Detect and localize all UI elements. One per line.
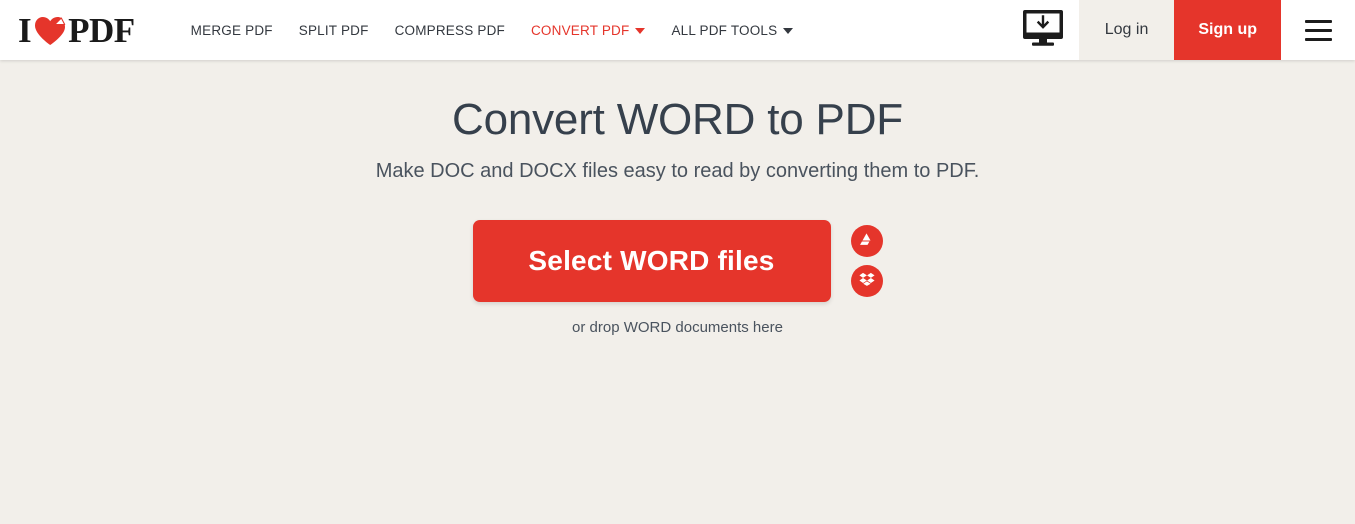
nav-item-split-pdf[interactable]: SPLIT PDF	[286, 0, 382, 60]
page-subtitle: Make DOC and DOCX files easy to read by …	[375, 159, 980, 182]
page-title: Convert WORD to PDF	[452, 95, 903, 144]
hamburger-bar	[1304, 19, 1332, 23]
chevron-down-icon	[635, 28, 646, 34]
select-files-button[interactable]: Select WORD files	[472, 219, 831, 302]
nav-item-compress-pdf[interactable]: COMPRESS PDF	[382, 0, 518, 60]
nav-item-label: ALL PDF TOOLS	[671, 22, 778, 38]
hamburger-bar	[1304, 37, 1332, 41]
nav-item-label: CONVERT PDF	[530, 22, 630, 38]
dropbox-icon	[858, 270, 876, 291]
drop-files-hint: or drop WORD documents here	[572, 318, 783, 336]
signup-button[interactable]: Sign up	[1174, 0, 1281, 60]
file-upload-area: Select WORD files	[0, 219, 1355, 302]
nav-item-convert-pdf[interactable]: CONVERT PDF	[518, 0, 658, 60]
logo-link[interactable]: I PDF	[0, 0, 135, 60]
hamburger-menu-icon[interactable]	[1281, 0, 1355, 60]
google-drive-button[interactable]	[850, 224, 883, 257]
dropbox-button[interactable]	[850, 264, 883, 297]
hamburger-bar	[1304, 28, 1332, 32]
heart-page-fold-icon	[34, 16, 66, 46]
nav-item-label: SPLIT PDF	[298, 22, 369, 38]
login-button[interactable]: Log in	[1078, 0, 1175, 60]
nav-item-merge-pdf[interactable]: MERGE PDF	[178, 0, 286, 60]
nav-item-label: MERGE PDF	[190, 22, 273, 38]
logo-letter-i: I	[18, 10, 32, 50]
google-drive-icon	[857, 230, 876, 252]
main-navigation: MERGE PDF SPLIT PDF COMPRESS PDF CONVERT…	[178, 0, 807, 60]
logo-wordmark: I PDF	[18, 13, 135, 48]
header-actions: Log in Sign up	[1006, 0, 1355, 60]
chevron-down-icon	[783, 28, 794, 34]
main-content: Convert WORD to PDF Make DOC and DOCX fi…	[0, 60, 1355, 524]
desktop-download-button[interactable]	[1006, 0, 1079, 60]
logo-letters-pdf: PDF	[68, 10, 135, 50]
nav-item-label: COMPRESS PDF	[394, 22, 505, 38]
cloud-import-buttons	[850, 220, 883, 297]
nav-item-all-pdf-tools[interactable]: ALL PDF TOOLS	[658, 0, 806, 60]
desktop-download-icon	[1021, 9, 1065, 52]
site-header: I PDF MERGE PDF SPLIT PDF COMPRESS PDF C…	[0, 0, 1355, 60]
